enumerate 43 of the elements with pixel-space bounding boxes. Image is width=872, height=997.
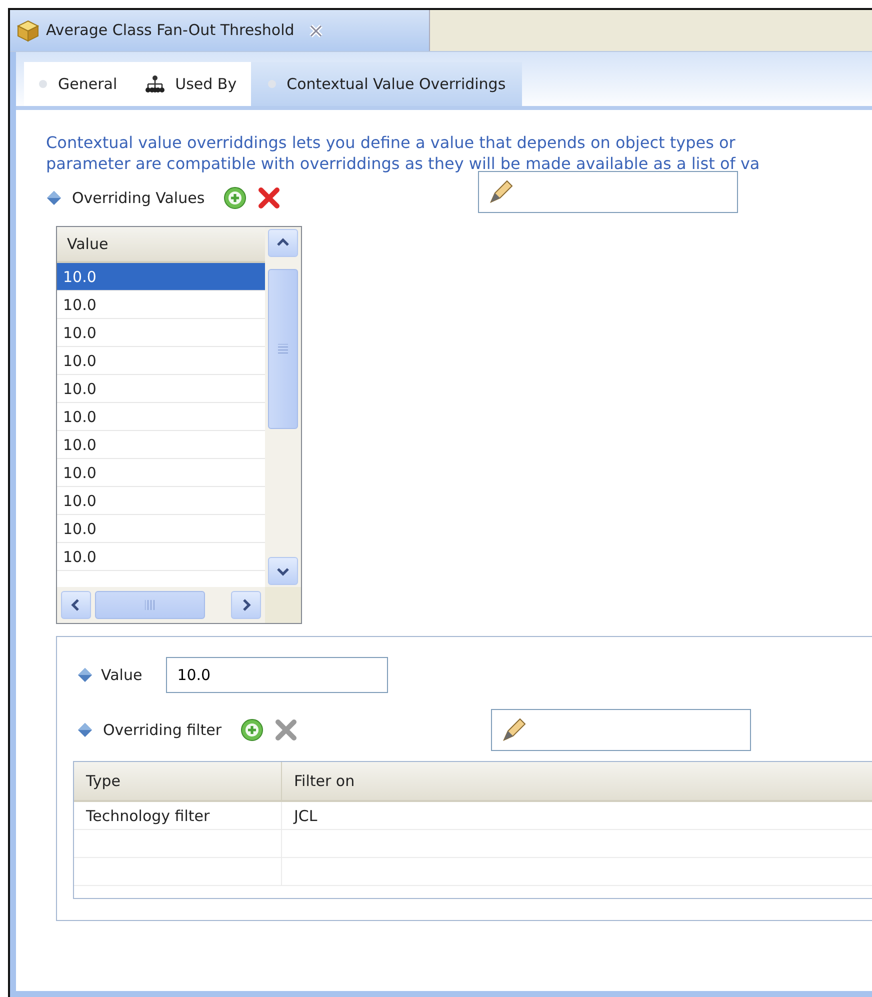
scrollbar-thumb[interactable]: [95, 591, 205, 620]
section-label: Overriding Values: [72, 188, 205, 209]
field-label: Value: [101, 664, 142, 686]
column-header: Type: [74, 762, 282, 800]
tab[interactable]: General: [24, 62, 132, 106]
tab-title: Average Class Fan-Out Threshold: [46, 20, 294, 42]
filter-field[interactable]: [491, 709, 751, 751]
scroll-left-button[interactable]: [61, 591, 91, 620]
delete-icon: [256, 186, 281, 210]
dot-icon: [38, 79, 48, 89]
description-text: Contextual value overriddings lets you define a value that depends on object types or: [46, 132, 736, 153]
column-header: Filter on: [293, 771, 356, 792]
diamond-icon: [77, 667, 93, 683]
grip-icon: [277, 344, 289, 354]
add-button[interactable]: [222, 186, 247, 210]
tab[interactable]: Contextual Value Overridings: [250, 62, 522, 106]
delete-icon: [274, 718, 298, 742]
add-icon: [240, 718, 264, 742]
dot-icon: [266, 79, 277, 89]
diamond-icon: [77, 722, 93, 738]
table-cell: Technology filter: [74, 802, 282, 829]
add-button[interactable]: [240, 718, 264, 742]
diamond-icon: [46, 190, 62, 206]
tree-icon: [145, 75, 166, 93]
section-label: Overriding filter: [103, 720, 222, 741]
scroll-down-button[interactable]: [268, 557, 298, 586]
editor-tab[interactable]: Average Class Fan-Out Threshold: [10, 10, 430, 51]
scroll-right-button[interactable]: [231, 591, 261, 620]
delete-button[interactable]: [256, 186, 281, 210]
grip-icon: [145, 599, 155, 612]
close-button[interactable]: [308, 22, 324, 38]
add-icon: [222, 186, 247, 210]
package-icon: [16, 18, 40, 42]
filter-field[interactable]: [478, 171, 738, 213]
description-text: parameter are compatible with overriddings as they will be made available as a list of va: [46, 153, 761, 174]
scrollbar-thumb[interactable]: [268, 269, 298, 429]
close-icon: [308, 22, 324, 38]
table-cell-text: JCL: [292, 806, 318, 827]
tab[interactable]: Used By: [131, 62, 251, 106]
scroll-up-button[interactable]: [268, 229, 298, 257]
column-header: Value: [57, 227, 265, 263]
value-field[interactable]: 10.0: [166, 657, 388, 693]
list-row[interactable]: 10.0: [57, 263, 265, 291]
